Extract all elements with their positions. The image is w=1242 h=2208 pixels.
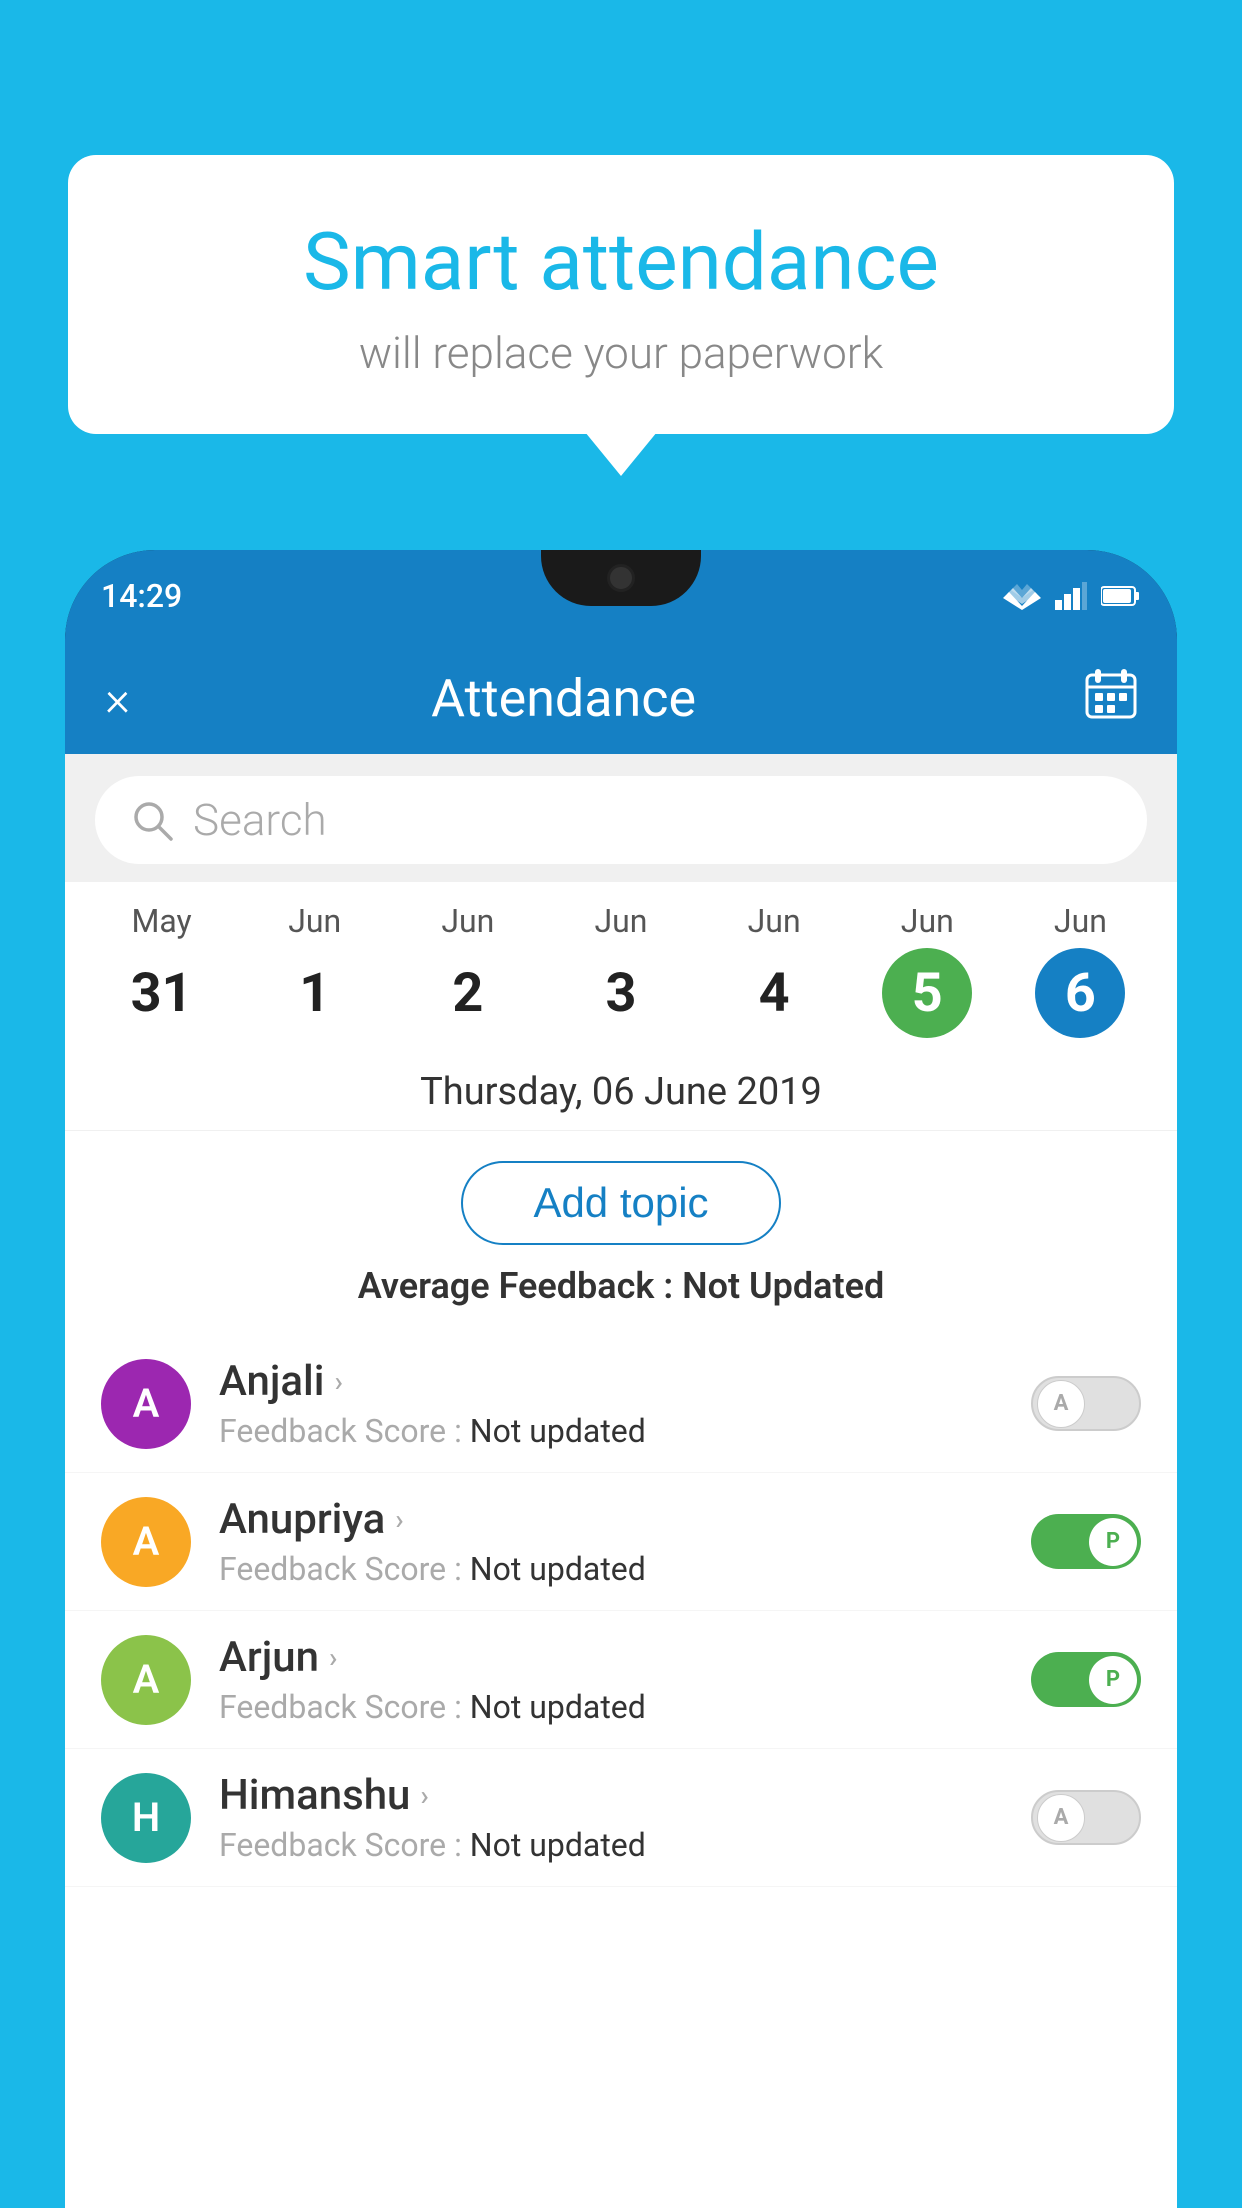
battery-icon <box>1101 585 1141 607</box>
add-topic-container: Add topic <box>65 1131 1177 1265</box>
app-bar-title: Attendance <box>170 668 957 729</box>
avatar: H <box>101 1773 191 1863</box>
toggle-container[interactable]: P <box>1031 1514 1141 1569</box>
student-info: Arjun › Feedback Score : Not updated <box>219 1633 1003 1726</box>
attendance-toggle[interactable]: P <box>1031 1514 1141 1569</box>
student-list: AAnjali ›Feedback Score : Not updatedAAA… <box>65 1335 1177 1887</box>
calendar-svg <box>1085 667 1137 719</box>
student-feedback: Feedback Score : Not updated <box>219 1688 1003 1726</box>
date-number[interactable]: 5 <box>882 948 972 1038</box>
student-info: Himanshu › Feedback Score : Not updated <box>219 1771 1003 1864</box>
chevron-icon: › <box>395 1503 403 1536</box>
date-month: Jun <box>288 902 341 940</box>
toggle-knob: A <box>1037 1380 1085 1428</box>
student-name: Anupriya › <box>219 1495 1003 1544</box>
search-icon <box>131 799 173 841</box>
avatar: A <box>101 1359 191 1449</box>
close-button[interactable]: × <box>105 670 130 727</box>
feedback-value: Not updated <box>470 1550 646 1588</box>
date-item-5[interactable]: Jun 5 <box>872 902 982 1038</box>
chevron-icon: › <box>334 1365 342 1398</box>
student-item-2[interactable]: A Arjun › Feedback Score : Not updated P <box>65 1611 1177 1749</box>
toggle-knob: P <box>1089 1656 1137 1704</box>
search-bar[interactable]: Search <box>95 776 1147 864</box>
feedback-value: Not updated <box>470 1412 646 1450</box>
student-feedback: Feedback Score : Not updated <box>219 1550 1003 1588</box>
student-item-0[interactable]: A Anjali › Feedback Score : Not updated A <box>65 1335 1177 1473</box>
student-item-3[interactable]: H Himanshu › Feedback Score : Not updated A <box>65 1749 1177 1887</box>
toggle-container[interactable]: A <box>1031 1376 1141 1431</box>
feedback-value: Not updated <box>470 1826 646 1864</box>
toggle-container[interactable]: P <box>1031 1652 1141 1707</box>
date-strip: May 31 Jun 1 Jun 2 Jun 3 Jun 4 Jun 5 Jun 6 <box>65 882 1177 1048</box>
date-number[interactable]: 1 <box>270 948 360 1038</box>
phone-notch <box>541 550 701 606</box>
student-feedback: Feedback Score : Not updated <box>219 1412 1003 1450</box>
signal-icon <box>1055 582 1087 610</box>
date-month: Jun <box>748 902 801 940</box>
attendance-toggle[interactable]: P <box>1031 1652 1141 1707</box>
chevron-icon: › <box>420 1779 428 1812</box>
avg-feedback-value: Not Updated <box>682 1265 884 1307</box>
avatar: A <box>101 1635 191 1725</box>
wifi-icon <box>1003 582 1041 610</box>
speech-bubble-subtitle: will replace your paperwork <box>148 327 1094 379</box>
student-info: Anupriya › Feedback Score : Not updated <box>219 1495 1003 1588</box>
toggle-container[interactable]: A <box>1031 1790 1141 1845</box>
date-number[interactable]: 2 <box>423 948 513 1038</box>
date-item-3[interactable]: Jun 3 <box>566 902 676 1038</box>
student-name: Anjali › <box>219 1357 1003 1406</box>
attendance-toggle[interactable]: A <box>1031 1376 1141 1431</box>
add-topic-button[interactable]: Add topic <box>461 1161 780 1245</box>
date-number[interactable]: 4 <box>729 948 819 1038</box>
chevron-icon: › <box>329 1641 337 1674</box>
average-feedback: Average Feedback : Not Updated <box>65 1265 1177 1335</box>
search-bar-container: Search <box>65 754 1177 882</box>
student-name: Himanshu › <box>219 1771 1003 1820</box>
phone-content: Search May 31 Jun 1 Jun 2 Jun 3 Jun 4 Jun 5 Jun 6 Thu… <box>65 754 1177 2208</box>
speech-bubble-title: Smart attendance <box>148 215 1094 309</box>
date-month: Jun <box>901 902 954 940</box>
student-info: Anjali › Feedback Score : Not updated <box>219 1357 1003 1450</box>
date-item-1[interactable]: Jun 1 <box>260 902 370 1038</box>
app-bar: × Attendance <box>65 642 1177 754</box>
toggle-knob: A <box>1037 1794 1085 1842</box>
date-number[interactable]: 3 <box>576 948 666 1038</box>
status-time: 14:29 <box>101 577 182 615</box>
speech-bubble: Smart attendance will replace your paper… <box>68 155 1174 434</box>
student-feedback: Feedback Score : Not updated <box>219 1826 1003 1864</box>
date-month: Jun <box>1054 902 1107 940</box>
date-item-4[interactable]: Jun 4 <box>719 902 829 1038</box>
selected-date-label: Thursday, 06 June 2019 <box>65 1048 1177 1131</box>
camera <box>607 564 635 592</box>
date-item-0[interactable]: May 31 <box>107 902 217 1038</box>
speech-bubble-container: Smart attendance will replace your paper… <box>68 155 1174 434</box>
avg-feedback-label: Average Feedback : <box>358 1265 682 1307</box>
search-input[interactable]: Search <box>193 794 327 846</box>
student-item-1[interactable]: A Anupriya › Feedback Score : Not updated P <box>65 1473 1177 1611</box>
status-icons <box>1003 582 1141 610</box>
student-name: Arjun › <box>219 1633 1003 1682</box>
date-month: Jun <box>441 902 494 940</box>
date-number[interactable]: 31 <box>117 948 207 1038</box>
feedback-value: Not updated <box>470 1688 646 1726</box>
avatar: A <box>101 1497 191 1587</box>
status-bar: 14:29 <box>65 550 1177 642</box>
calendar-icon[interactable] <box>1085 667 1137 730</box>
phone-frame: 14:29 <box>65 550 1177 2208</box>
toggle-knob: P <box>1089 1518 1137 1566</box>
date-item-6[interactable]: Jun 6 <box>1025 902 1135 1038</box>
date-item-2[interactable]: Jun 2 <box>413 902 523 1038</box>
attendance-toggle[interactable]: A <box>1031 1790 1141 1845</box>
date-month: Jun <box>595 902 648 940</box>
date-number[interactable]: 6 <box>1035 948 1125 1038</box>
date-month: May <box>131 902 191 940</box>
